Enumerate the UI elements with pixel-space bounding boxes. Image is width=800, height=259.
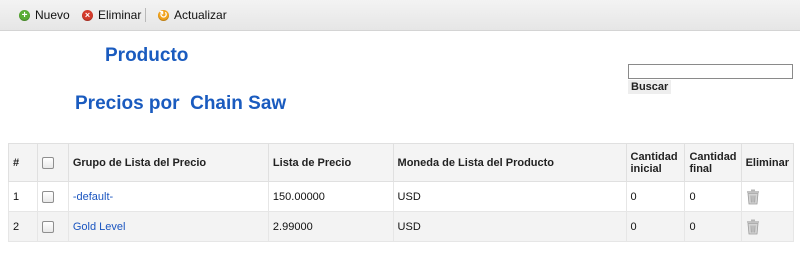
delete-button[interactable]: × Eliminar [82,7,141,23]
select-all-checkbox[interactable] [41,156,54,169]
price-list-group-link[interactable]: -default- [73,191,113,203]
trash-icon[interactable] [746,219,760,235]
toolbar: + Nuevo × Eliminar ↻ Actualizar [0,0,800,31]
col-select [36,143,69,182]
col-price-list: Lista de Precio [267,143,394,182]
delete-button-label: Eliminar [98,8,142,22]
refresh-circle-icon: ↻ [158,9,169,21]
row-number: 2 [8,211,38,242]
col-price-list-group: Grupo de Lista del Precio [67,143,269,182]
row-number: 1 [8,181,38,212]
row-qty-initial: 0 [625,181,686,212]
prices-title: Precios por Chain Saw [75,93,287,114]
row-price: 2.99000 [267,211,394,242]
search-button[interactable]: Buscar [628,80,672,94]
search-input[interactable] [628,64,793,79]
row-group-cell: Gold Level [67,211,269,242]
table-row: 1 -default- 150.00000 USD 0 0 [8,181,795,212]
row-select-cell [36,211,69,242]
row-currency: USD [392,211,627,242]
col-number: # [8,143,38,182]
price-list-group-link[interactable]: Gold Level [73,221,126,233]
row-qty-initial: 0 [625,211,686,242]
col-currency: Moneda de Lista del Producto [392,143,627,182]
toolbar-separator [145,8,146,22]
plus-circle-icon: + [19,9,30,21]
x-circle-icon: × [82,9,93,21]
row-qty-final: 0 [684,211,742,242]
update-button[interactable]: ↻ Actualizar [158,7,227,23]
row-delete-cell [740,211,795,242]
row-qty-final: 0 [684,181,742,212]
row-price: 150.00000 [267,181,394,212]
row-currency: USD [392,181,627,212]
row-delete-cell [740,181,795,212]
product-title: Producto [105,45,189,66]
table-row: 2 Gold Level 2.99000 USD 0 0 [8,211,795,242]
col-qty-initial: Cantidad inicial [625,143,686,182]
update-button-label: Actualizar [174,8,227,22]
table-header-row: # Grupo de Lista del Precio Lista de Pre… [8,143,795,182]
price-table: # Grupo de Lista del Precio Lista de Pre… [8,143,795,242]
row-select-cell [36,181,69,212]
new-button[interactable]: + Nuevo [19,7,70,23]
new-button-label: Nuevo [35,8,70,22]
trash-icon[interactable] [746,189,760,205]
row-checkbox[interactable] [41,220,54,233]
col-delete: Eliminar [740,143,795,182]
row-group-cell: -default- [67,181,269,212]
row-checkbox[interactable] [41,190,54,203]
col-qty-final: Cantidad final [684,143,742,182]
